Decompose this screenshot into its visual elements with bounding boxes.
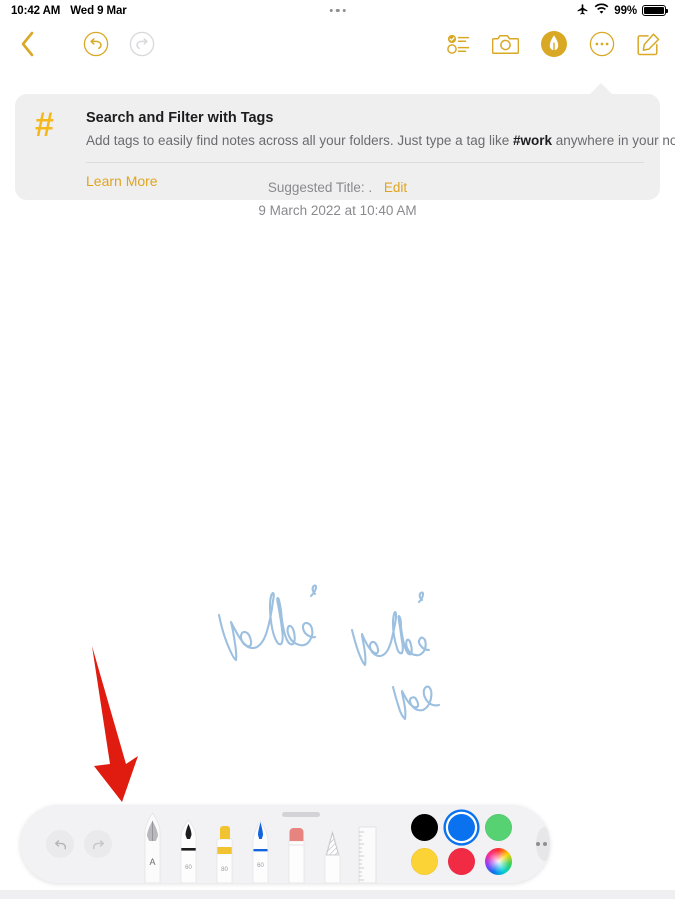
nav-left-group [14, 29, 156, 59]
status-right-group: 99% [576, 3, 668, 19]
tool-pen-label: A [149, 857, 155, 867]
dynamic-dots-indicator [329, 8, 346, 13]
dot-icon [342, 8, 346, 13]
markup-redo-icon [84, 830, 112, 858]
color-swatch-red[interactable] [448, 847, 475, 875]
nav-right-group [447, 30, 661, 58]
markup-more-options-button[interactable] [536, 827, 550, 861]
banner-desc-part2: anywhere in your note. [555, 133, 675, 148]
banner-divider [86, 162, 644, 163]
tool-pen[interactable]: A [136, 810, 169, 883]
back-chevron-icon[interactable] [14, 29, 40, 59]
tool-felt-tip-label: 60 [185, 865, 192, 871]
tool-eraser[interactable] [280, 817, 313, 883]
status-date: Wed 9 Mar [70, 4, 127, 17]
tool-lasso-select[interactable] [316, 817, 349, 883]
markup-undo-icon [46, 830, 74, 858]
checklist-icon[interactable] [447, 33, 471, 55]
color-swatch-yellow[interactable] [411, 847, 438, 875]
tool-fountain-pen[interactable]: 60 [244, 817, 277, 883]
suggested-title-row: Suggested Title: . Edit [0, 178, 675, 198]
handwriting-word-2 [350, 610, 431, 667]
color-swatch-green[interactable] [485, 813, 512, 841]
handwriting-word-1-flourish [309, 584, 318, 598]
device-bottom-bezel [0, 890, 675, 899]
note-metadata: Suggested Title: . Edit 9 March 2022 at … [0, 178, 675, 221]
battery-percent: 99% [614, 4, 637, 17]
markup-tools-group: A 60 80 60 [136, 805, 385, 883]
dot-icon [335, 8, 340, 13]
ipad-notes-screen: 10:42 AM Wed 9 Mar 99% # Search and Filt… [0, 0, 675, 899]
dot-icon [329, 8, 333, 13]
banner-text-block: Search and Filter with Tags Add tags to … [71, 108, 675, 150]
battery-icon [642, 5, 668, 16]
banner-title: Search and Filter with Tags [86, 110, 274, 126]
dot-icon [536, 842, 540, 846]
wifi-icon [594, 3, 609, 18]
handwriting-word-2-flourish [417, 591, 425, 604]
color-swatch-blue[interactable] [448, 813, 475, 841]
handwriting-word-1 [217, 591, 317, 662]
status-time: 10:42 AM [11, 4, 61, 17]
color-row-bottom [411, 847, 512, 875]
note-drawing-canvas[interactable] [0, 230, 675, 790]
airplane-mode-icon [576, 3, 589, 19]
markup-color-swatches [411, 813, 512, 875]
hashtag-icon: # [35, 106, 54, 144]
banner-desc-part1: Add tags to easily find notes across all… [86, 133, 513, 148]
tool-felt-tip-pen[interactable]: 60 [172, 817, 205, 883]
banner-main-row: # Search and Filter with Tags Add tags t… [31, 106, 675, 150]
undo-icon[interactable] [82, 30, 110, 58]
markup-undo-redo-group [20, 830, 112, 858]
camera-icon[interactable] [492, 33, 519, 55]
redo-icon [128, 30, 156, 58]
tool-highlighter[interactable]: 80 [208, 817, 241, 883]
compose-new-note-icon[interactable] [636, 32, 661, 57]
note-date: 9 March 2022 at 10:40 AM [258, 203, 417, 218]
banner-tag-example: #work [512, 133, 553, 148]
markup-pen-icon[interactable] [540, 30, 568, 58]
handwriting-strokes [217, 584, 441, 721]
more-options-icon[interactable] [589, 31, 615, 57]
edit-title-link[interactable]: Edit [384, 180, 407, 195]
status-bar: 10:42 AM Wed 9 Mar 99% [0, 0, 675, 21]
handwriting-word-3 [391, 685, 441, 721]
color-swatch-spectrum[interactable] [485, 847, 512, 875]
tool-fountain-pen-label: 60 [257, 863, 264, 869]
tool-ruler[interactable] [352, 817, 385, 883]
banner-pointer-tail [590, 83, 612, 94]
tool-highlighter-label: 80 [221, 867, 228, 873]
color-row-top [411, 813, 512, 841]
suggested-title-label: Suggested Title: . [267, 180, 373, 195]
dot-icon [543, 842, 547, 846]
banner-description: Add tags to easily find notes across all… [86, 131, 675, 150]
markup-tool-palette: A 60 80 60 [20, 805, 550, 883]
notes-nav-toolbar [0, 21, 675, 67]
color-swatch-black[interactable] [411, 813, 438, 841]
